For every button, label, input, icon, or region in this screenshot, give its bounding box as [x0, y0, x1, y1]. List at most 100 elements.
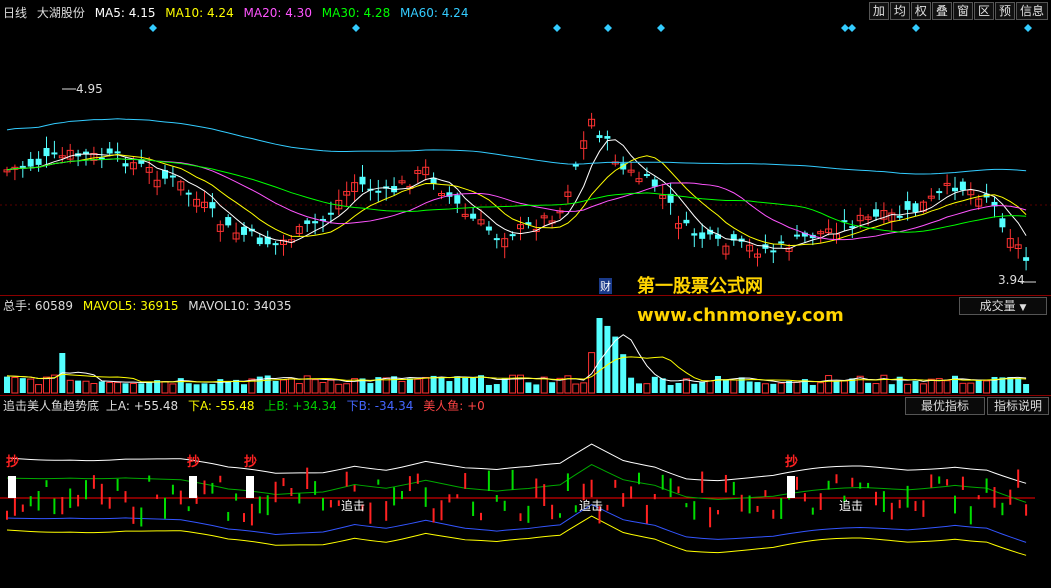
- financial-marker[interactable]: 财: [599, 278, 612, 294]
- volume-bar: [730, 379, 738, 394]
- volume-bar: [225, 381, 232, 393]
- buy-signal-label: 抄: [244, 454, 257, 470]
- indicator-help-button[interactable]: 指标说明: [987, 397, 1049, 415]
- candle-body: [241, 226, 247, 235]
- upB-value: 上B: +34.34: [264, 399, 337, 413]
- candle-body: [209, 202, 216, 209]
- volume-bar: [643, 383, 651, 394]
- candle-body: [952, 187, 958, 192]
- volume-bar: [620, 354, 627, 393]
- candle-body: [106, 148, 113, 154]
- volume-bar: [572, 383, 580, 394]
- ma5-value: MA5: 4.15: [94, 6, 156, 20]
- indicator-chart[interactable]: 抄 抄 抄 抄追击 追击 追击: [0, 415, 1051, 587]
- toolbar-range-button[interactable]: 区: [973, 2, 994, 20]
- toolbar-average-button[interactable]: 均: [889, 2, 910, 20]
- event-diamond-icon: [352, 24, 360, 32]
- volume-bar: [580, 382, 588, 394]
- volume-bar: [493, 384, 500, 393]
- volume-bar: [311, 379, 319, 394]
- buy-signal-bar: [787, 476, 795, 498]
- volume-bar: [161, 381, 169, 394]
- candle-body: [794, 234, 800, 237]
- volume-bar: [398, 380, 406, 394]
- candle-body: [770, 250, 777, 253]
- downB-value: 下B: -34.34: [346, 399, 414, 413]
- volume-bar: [856, 375, 864, 394]
- candle-body: [912, 203, 919, 213]
- toolbar-overlay-button[interactable]: 叠: [931, 2, 952, 20]
- chase-signal-label: 追击: [839, 498, 863, 513]
- candle-body: [327, 212, 334, 215]
- volume-indicator-select[interactable]: 成交量 ▼: [959, 297, 1047, 315]
- volume-bar: [1015, 378, 1022, 393]
- event-diamond-icon: [657, 24, 665, 32]
- volume-bar: [343, 383, 351, 394]
- volume-bar: [761, 383, 769, 394]
- volume-bar: [540, 376, 548, 394]
- toolbar-forecast-button[interactable]: 预: [994, 2, 1015, 20]
- volume-bar: [865, 382, 872, 393]
- chevron-down-icon: ▼: [1019, 303, 1027, 313]
- volume-bar: [122, 383, 129, 393]
- volume-bar: [888, 384, 895, 393]
- candle-body: [35, 158, 42, 165]
- volume-bar: [4, 376, 10, 393]
- toolbar-window-button[interactable]: 窗: [952, 2, 973, 20]
- volume-bar: [604, 325, 611, 393]
- volume-bar: [169, 383, 177, 394]
- candle-body: [169, 175, 176, 178]
- volume-bar: [367, 383, 374, 393]
- volume-bar: [872, 383, 880, 394]
- ma60-value: MA60: 4.24: [400, 6, 469, 20]
- price-chart[interactable]: [0, 20, 1051, 295]
- ma5-line: [6, 139, 1027, 250]
- volume-bar: [840, 380, 848, 394]
- volume-bar: [691, 383, 698, 393]
- candle-body: [873, 209, 879, 217]
- toolbar-add-button[interactable]: 加: [868, 2, 889, 20]
- period-label: 日线: [3, 6, 28, 20]
- mermaid-value: 美人鱼: +0: [423, 399, 485, 413]
- candle-body: [312, 221, 319, 224]
- volume-bar: [138, 383, 145, 393]
- high-price-label: 4.95: [76, 82, 103, 96]
- candle-body: [304, 220, 311, 224]
- ma20-value: MA20: 4.30: [243, 6, 312, 20]
- volume-bar: [919, 383, 927, 394]
- candle-body: [1023, 257, 1030, 261]
- volume-bar: [817, 382, 825, 394]
- candle-body: [185, 192, 192, 195]
- volume-bar: [682, 378, 690, 394]
- volume-bar: [770, 383, 777, 393]
- volume-bar: [833, 381, 840, 393]
- toolbar-info-button[interactable]: 信息: [1015, 2, 1048, 20]
- event-diamond-icon: [841, 24, 849, 32]
- volume-bar: [667, 384, 674, 393]
- candle-body: [643, 174, 650, 177]
- downA-value: 下A: -55.48: [187, 399, 255, 413]
- candle-body: [904, 201, 911, 210]
- best-indicator-button[interactable]: 最优指标: [905, 397, 985, 415]
- candle-body: [485, 226, 492, 231]
- mavol10-line: [6, 356, 1027, 383]
- toolbar-rights-button[interactable]: 权: [910, 2, 931, 20]
- buy-signal-bar: [8, 476, 16, 498]
- candle-body: [375, 190, 382, 193]
- upA-value: 上A: +55.48: [105, 399, 179, 413]
- candle-body: [493, 238, 500, 241]
- volume-bar: [706, 380, 714, 394]
- volume-bar: [1023, 384, 1030, 393]
- volume-chart[interactable]: [0, 315, 1051, 395]
- event-diamond-icon: [553, 24, 561, 32]
- volume-bar: [319, 382, 327, 394]
- candle-body: [596, 135, 603, 138]
- volume-bar: [975, 379, 982, 393]
- volume-legend: 总手: 60589 MAVOL5: 36915 MAVOL10: 34035: [3, 297, 298, 315]
- event-diamond-icon: [149, 24, 157, 32]
- volume-bar: [438, 377, 445, 393]
- candle-body: [114, 151, 121, 154]
- volume-bar: [952, 375, 958, 393]
- volume-bar: [193, 384, 200, 393]
- candle-body: [470, 213, 477, 219]
